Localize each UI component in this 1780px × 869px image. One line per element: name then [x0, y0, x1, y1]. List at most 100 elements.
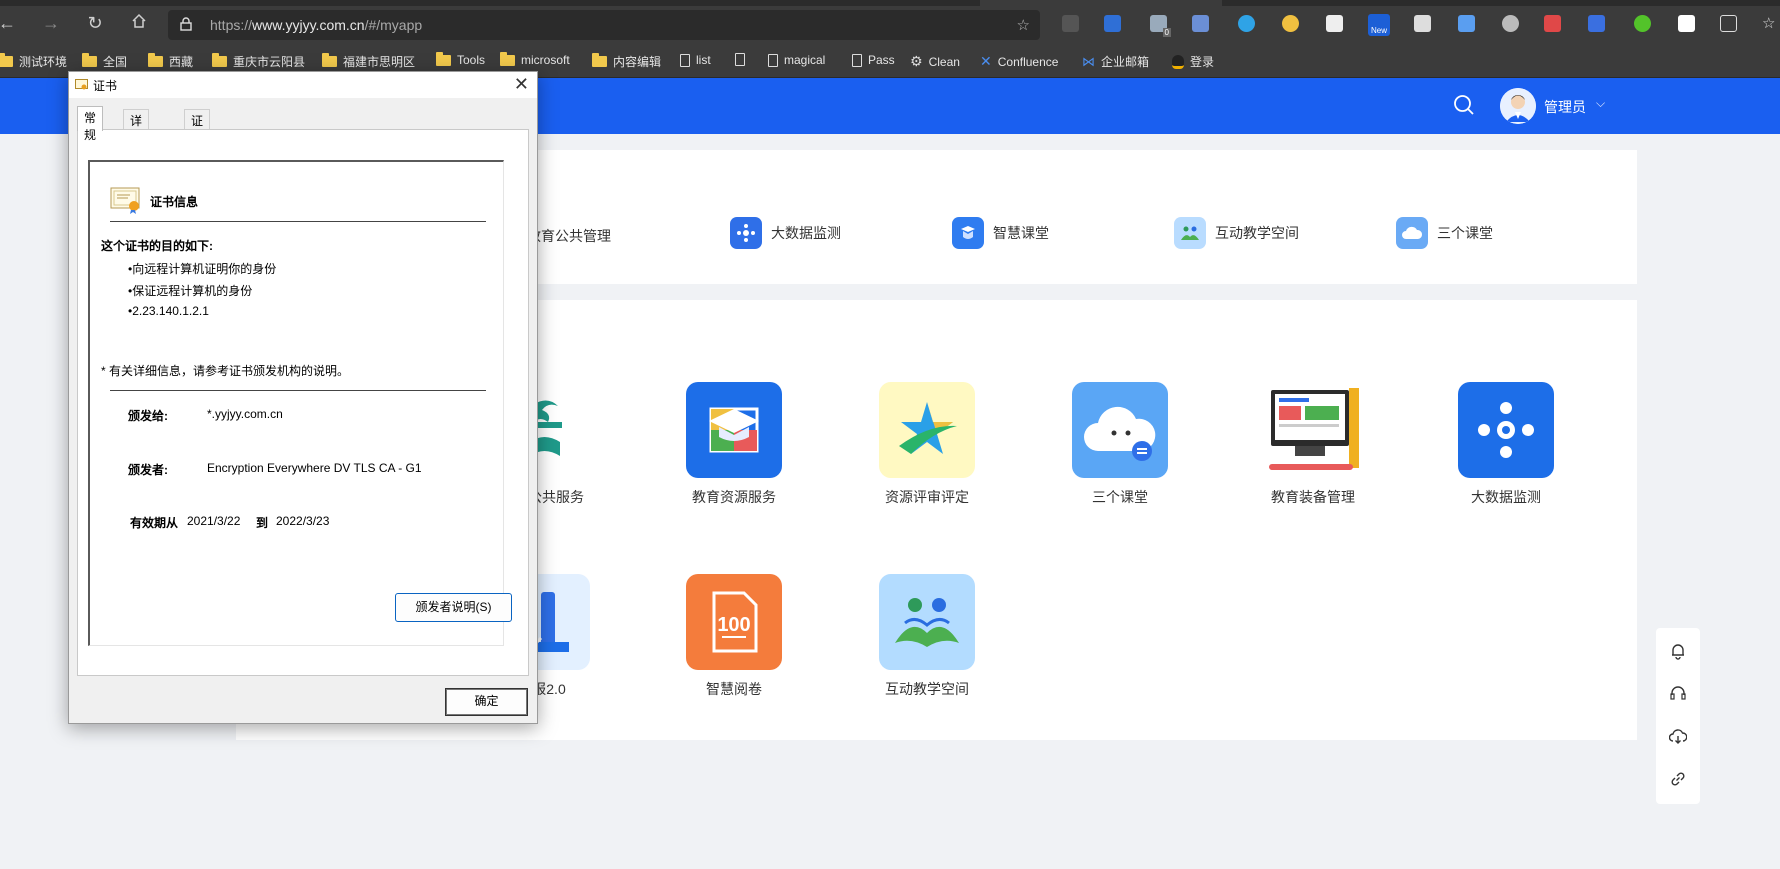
paper-score: 100 [717, 614, 750, 636]
favorites-icon[interactable]: ☆ [1762, 15, 1779, 32]
bookmark-folder[interactable]: 西藏 [148, 53, 193, 70]
extensions-puzzle-icon[interactable] [1720, 15, 1737, 32]
cursor-extension-icon[interactable] [1458, 15, 1475, 32]
quick-link[interactable]: 三个课堂 [1396, 217, 1493, 249]
back-icon[interactable]: ← [0, 12, 18, 34]
extension-icon[interactable] [1326, 15, 1343, 32]
bell-icon[interactable] [1669, 642, 1687, 660]
lock-icon[interactable] [180, 17, 192, 31]
tab-strip [0, 0, 980, 6]
app-tile[interactable]: 100 智慧阅卷 [654, 574, 814, 699]
bookmark-folder[interactable]: 全国 [82, 53, 127, 70]
new-extension-icon[interactable]: New [1368, 14, 1390, 36]
three-classes-icon [1396, 217, 1428, 249]
tab-cert-path[interactable]: 证书路径 [184, 109, 211, 179]
extension-icon[interactable] [1678, 15, 1695, 32]
quick-link[interactable]: 智慧课堂 [952, 217, 1049, 249]
page-icon [852, 53, 862, 67]
issued-by-value: Encryption Everywhere DV TLS CA - G1 [207, 461, 422, 475]
three-classes-icon [1072, 382, 1168, 478]
ok-button[interactable]: 确定 [445, 688, 528, 716]
resource-review-icon [879, 382, 975, 478]
link-icon[interactable] [1669, 770, 1687, 788]
bookmark-page[interactable] [735, 53, 751, 66]
gear-icon: ⚙ [910, 53, 923, 69]
bookmark-folder[interactable]: 内容编辑 [592, 53, 661, 70]
bookmark-login[interactable]: 登录 [1172, 53, 1214, 70]
close-icon[interactable]: ✕ [514, 74, 529, 94]
app-tile[interactable]: 教育装备管理 [1233, 382, 1393, 507]
app-tile[interactable]: 互动教学空间 [847, 574, 1007, 699]
app-tile[interactable]: 资源评审评定 [847, 382, 1007, 507]
education-resource-icon [686, 382, 782, 478]
tab-details[interactable]: 详细信息 [123, 109, 150, 179]
reload-icon[interactable]: ↻ [84, 12, 106, 34]
issued-to-label: 颁发给: [128, 409, 168, 423]
issuer-statement-button[interactable]: 颁发者说明(S) [395, 593, 512, 622]
page-icon [735, 53, 745, 66]
chevron-down-icon[interactable]: ⌵ [1596, 96, 1605, 111]
quick-link[interactable]: 大数据监测 [730, 217, 841, 249]
record-extension-icon[interactable] [1544, 15, 1561, 32]
interactive-space-icon [1174, 217, 1206, 249]
details-note: * 有关详细信息，请参考证书颁发机构的说明。 [101, 364, 350, 378]
app-tile[interactable]: 三个课堂 [1040, 382, 1200, 507]
bookmark-folder[interactable]: microsoft [500, 51, 570, 67]
confluence-icon: ✕ [980, 53, 992, 69]
extension-icon[interactable] [1588, 15, 1605, 32]
dialog-titlebar[interactable]: 证书 ✕ [69, 72, 537, 98]
bookmark-page[interactable]: list [680, 53, 711, 67]
bookmark-mail[interactable]: ⋈ 企业邮箱 [1082, 53, 1149, 70]
valid-to: 2022/3/23 [276, 514, 330, 528]
cat-extension-icon[interactable] [1282, 15, 1299, 32]
bookmark-folder[interactable]: Tools [436, 51, 485, 67]
issued-by-label: 颁发者: [128, 463, 168, 477]
bookmark-page[interactable]: Pass [852, 53, 895, 67]
app-tile[interactable]: 教育资源服务 [654, 382, 814, 507]
quick-link[interactable]: 互动教学空间 [1174, 217, 1299, 249]
play-extension-icon[interactable] [1634, 15, 1651, 32]
purpose-item: •向远程计算机证明你的身份 [128, 262, 277, 276]
big-data-icon [730, 217, 762, 249]
search-icon[interactable] [1453, 94, 1475, 116]
valid-from: 2021/3/22 [187, 514, 241, 528]
smart-class-icon [952, 217, 984, 249]
extension-icon[interactable]: 0 [1150, 15, 1171, 37]
extension-icon[interactable] [1414, 15, 1431, 32]
bookmark-folder[interactable]: 福建市思明区 [322, 53, 415, 70]
folder-icon [212, 53, 227, 67]
bookmark-clean[interactable]: ⚙ Clean [910, 53, 960, 70]
page-icon [768, 53, 778, 67]
big-data-icon [1458, 382, 1554, 478]
smart-grading-icon: 100 [686, 574, 782, 670]
address-bar[interactable]: https://www.yyjyy.com.cn/#/myapp ☆ [168, 10, 1040, 40]
app-tile[interactable]: 大数据监测 [1426, 382, 1586, 507]
home-icon[interactable] [128, 12, 150, 34]
extension-icon[interactable] [1062, 15, 1079, 32]
mail-icon: ⋈ [1082, 53, 1095, 69]
folder-icon [0, 53, 13, 67]
bookmark-confluence[interactable]: ✕ Confluence [980, 53, 1058, 70]
bookmark-page[interactable]: magical [768, 53, 825, 67]
cloud-download-icon[interactable] [1669, 728, 1687, 746]
forward-icon[interactable]: → [40, 12, 62, 34]
extension-icon[interactable] [1238, 15, 1255, 32]
folder-icon [82, 53, 97, 67]
extension-icon[interactable] [1192, 15, 1209, 32]
headset-icon[interactable] [1669, 684, 1687, 702]
folder-icon [322, 53, 337, 67]
user-name[interactable]: 管理员 [1544, 97, 1586, 117]
interactive-space-icon [879, 574, 975, 670]
tab-strip-right [1222, 0, 1780, 6]
issued-to-value: *.yyjyy.com.cn [207, 407, 283, 421]
certificate-icon [75, 79, 88, 90]
favorite-star-icon[interactable]: ☆ [1017, 16, 1030, 34]
bookmark-folder[interactable]: 测试环境 [0, 53, 67, 70]
bookmark-folder[interactable]: 重庆市云阳县 [212, 53, 305, 70]
camera-extension-icon[interactable] [1502, 15, 1519, 32]
avatar[interactable] [1500, 88, 1536, 124]
validity-to-label: 到 [256, 516, 269, 530]
folder-icon [592, 53, 607, 67]
tab-general[interactable]: 常规 [77, 106, 104, 142]
save-extension-icon[interactable] [1104, 15, 1121, 32]
